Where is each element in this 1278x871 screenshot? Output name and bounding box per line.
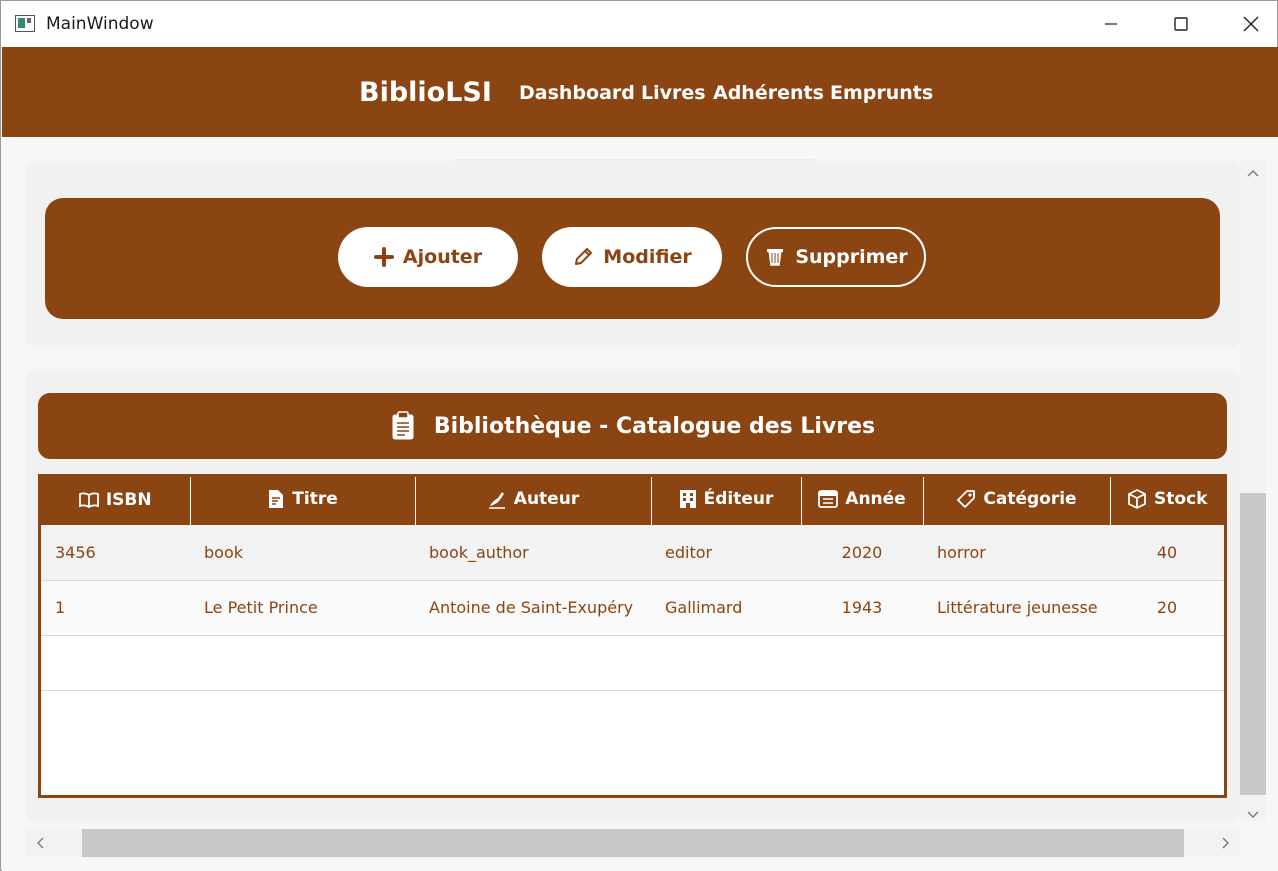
delete-button[interactable]: Supprimer xyxy=(746,227,926,287)
cell-editeur[interactable]: editor xyxy=(651,525,801,581)
chevron-right-icon xyxy=(1222,837,1229,849)
plus-icon xyxy=(373,247,394,267)
edit-button[interactable]: Modifier xyxy=(542,227,722,287)
add-button-label: Ajouter xyxy=(402,246,483,268)
column-header-auteur[interactable]: Auteur xyxy=(415,477,652,525)
content: Ajouter Modifier Supprimer Bibliothèque … xyxy=(26,159,1240,821)
minimize-icon xyxy=(1105,23,1117,25)
column-header-editeur[interactable]: Éditeur xyxy=(651,477,802,525)
horizontal-scrollbar[interactable] xyxy=(26,829,1240,857)
cell-annee[interactable]: 1943 xyxy=(801,580,923,636)
title-bar: MainWindow xyxy=(1,1,1277,47)
window-title: MainWindow xyxy=(46,14,154,34)
delete-button-label: Supprimer xyxy=(795,246,908,268)
chevron-up-icon xyxy=(1247,170,1259,177)
scroll-down-arrow[interactable] xyxy=(1240,805,1266,825)
table-header-row: ISBN Titre Auteur Éditeur Année Catégori… xyxy=(41,477,1224,525)
close-icon xyxy=(1243,16,1259,32)
brand-logo-text: BiblioLSI xyxy=(359,77,492,108)
cell-titre[interactable]: Le Petit Prince xyxy=(190,580,415,636)
table-row[interactable]: 1 Le Petit Prince Antoine de Saint-Exupé… xyxy=(41,580,1224,636)
nav-item-dashboard[interactable]: Dashboard xyxy=(519,82,635,104)
wastebasket-icon xyxy=(767,249,784,266)
catalog-title: Bibliothèque - Catalogue des Livres xyxy=(433,413,876,439)
calendar-icon xyxy=(818,490,839,508)
minimize-button[interactable] xyxy=(1088,1,1134,47)
cell-categorie[interactable]: Littérature jeunesse xyxy=(923,580,1110,636)
nav-item-livres[interactable]: Livres xyxy=(641,82,706,104)
column-header-categorie[interactable]: Catégorie xyxy=(923,477,1111,525)
scroll-area: Ajouter Modifier Supprimer Bibliothèque … xyxy=(2,137,1278,871)
scroll-left-arrow[interactable] xyxy=(30,829,50,857)
catalog-header: Bibliothèque - Catalogue des Livres xyxy=(38,393,1227,459)
column-label: ISBN xyxy=(105,489,152,510)
maximize-button[interactable] xyxy=(1158,1,1204,47)
table-row[interactable]: 3456 book book_author editor 2020 horror… xyxy=(41,525,1224,581)
vertical-scroll-thumb[interactable] xyxy=(1240,493,1266,795)
actions-bar: Ajouter Modifier Supprimer xyxy=(45,198,1220,319)
document-edit-icon xyxy=(269,489,284,508)
column-header-stock[interactable]: Stock xyxy=(1110,477,1224,525)
writing-hand-icon xyxy=(488,491,505,509)
maximize-icon xyxy=(1174,17,1188,31)
cell-auteur[interactable]: Antoine de Saint-Exupéry xyxy=(415,580,651,636)
building-icon xyxy=(679,489,696,508)
book-icon xyxy=(78,491,99,508)
cell-categorie[interactable]: horror xyxy=(923,525,1110,581)
close-button[interactable] xyxy=(1228,1,1274,47)
cell-stock[interactable]: 40 xyxy=(1110,525,1224,581)
catalog-panel: Bibliothèque - Catalogue des Livres ISBN xyxy=(26,371,1240,821)
pencil-icon xyxy=(575,248,593,265)
tag-icon xyxy=(957,489,976,508)
app-icon xyxy=(15,15,35,32)
cell-auteur[interactable]: book_author xyxy=(415,525,651,581)
package-icon xyxy=(1128,488,1146,509)
clipboard-icon xyxy=(392,411,414,440)
vertical-scrollbar[interactable] xyxy=(1240,159,1266,821)
column-label: Catégorie xyxy=(983,488,1077,509)
column-label: Auteur xyxy=(513,488,580,509)
column-header-annee[interactable]: Année xyxy=(801,477,924,525)
column-label: Stock xyxy=(1154,488,1208,509)
scroll-up-arrow[interactable] xyxy=(1240,163,1266,183)
column-label: Année xyxy=(845,489,906,509)
empty-table-row[interactable] xyxy=(41,635,1224,691)
scroll-right-arrow[interactable] xyxy=(1216,829,1236,857)
column-header-isbn[interactable]: ISBN xyxy=(41,477,191,525)
cell-stock[interactable]: 20 xyxy=(1110,580,1224,636)
chevron-left-icon xyxy=(37,837,44,849)
navbar: BiblioLSI Dashboard Livres Adhérents Emp… xyxy=(2,47,1278,137)
cell-titre[interactable]: book xyxy=(190,525,415,581)
cell-isbn[interactable]: 1 xyxy=(41,580,190,636)
cell-annee[interactable]: 2020 xyxy=(801,525,923,581)
main-window: MainWindow BiblioLSI Dashboard Livres Ad… xyxy=(0,0,1278,871)
cell-isbn[interactable]: 3456 xyxy=(41,525,190,581)
nav-item-emprunts[interactable]: Emprunts xyxy=(830,82,933,104)
actions-panel: Ajouter Modifier Supprimer xyxy=(26,161,1240,347)
add-button[interactable]: Ajouter xyxy=(338,227,518,287)
cell-editeur[interactable]: Gallimard xyxy=(651,580,801,636)
column-label: Éditeur xyxy=(703,488,774,509)
column-header-titre[interactable]: Titre xyxy=(190,477,416,525)
edit-button-label: Modifier xyxy=(603,246,692,268)
horizontal-scroll-thumb[interactable] xyxy=(82,829,1184,857)
column-label: Titre xyxy=(292,488,338,509)
chevron-down-icon xyxy=(1247,811,1259,818)
books-table[interactable]: ISBN Titre Auteur Éditeur Année Catégori… xyxy=(38,474,1227,798)
nav-item-adherents[interactable]: Adhérents xyxy=(713,82,824,104)
